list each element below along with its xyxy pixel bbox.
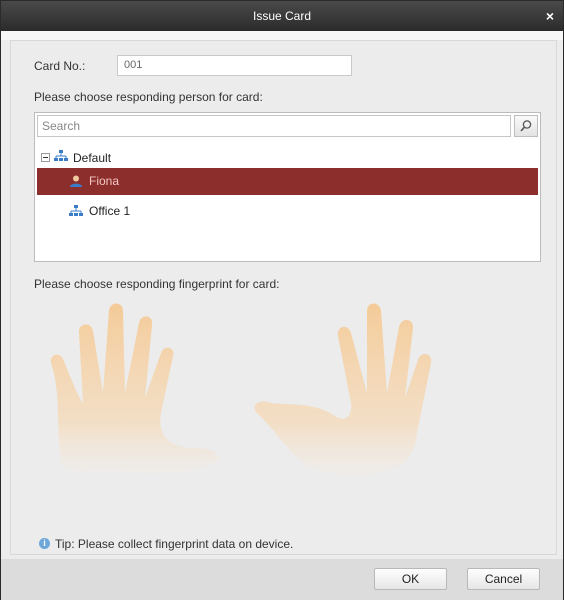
search-icon [520,120,532,132]
card-no-label: Card No.: [34,59,86,73]
title-spacer [1,31,563,40]
left-hand-icon[interactable] [50,303,219,474]
search-input[interactable]: Search [37,115,511,137]
fingerprint-prompt: Please choose responding fingerprint for… [34,277,280,291]
button-bar: OK Cancel [1,559,563,600]
tree-item-office-1[interactable]: Office 1 [89,199,130,223]
tree-item-fiona[interactable]: Fiona [89,169,119,193]
title-bar: Issue Card × [1,1,563,31]
close-icon[interactable]: × [543,1,557,31]
issue-card-dialog: Issue Card × Card No.: 001 Please choose… [0,0,564,600]
person-icon [70,175,82,187]
tree-item-default[interactable]: Default [73,146,111,170]
tip-text: Tip: Please collect fingerprint data on … [55,537,294,551]
search-button[interactable] [514,115,538,137]
dialog-title: Issue Card [252,9,312,23]
info-icon: i [39,538,50,549]
card-no-field[interactable]: 001 [117,55,352,76]
right-hand-icon[interactable] [254,303,432,476]
hands-fingerprint-selector [50,303,432,476]
collapse-toggle[interactable] [41,153,50,162]
cancel-button[interactable]: Cancel [467,568,540,590]
ok-button[interactable]: OK [374,568,447,590]
person-prompt: Please choose responding person for card… [34,90,263,104]
org-icon [54,150,68,161]
org-icon [69,205,83,216]
